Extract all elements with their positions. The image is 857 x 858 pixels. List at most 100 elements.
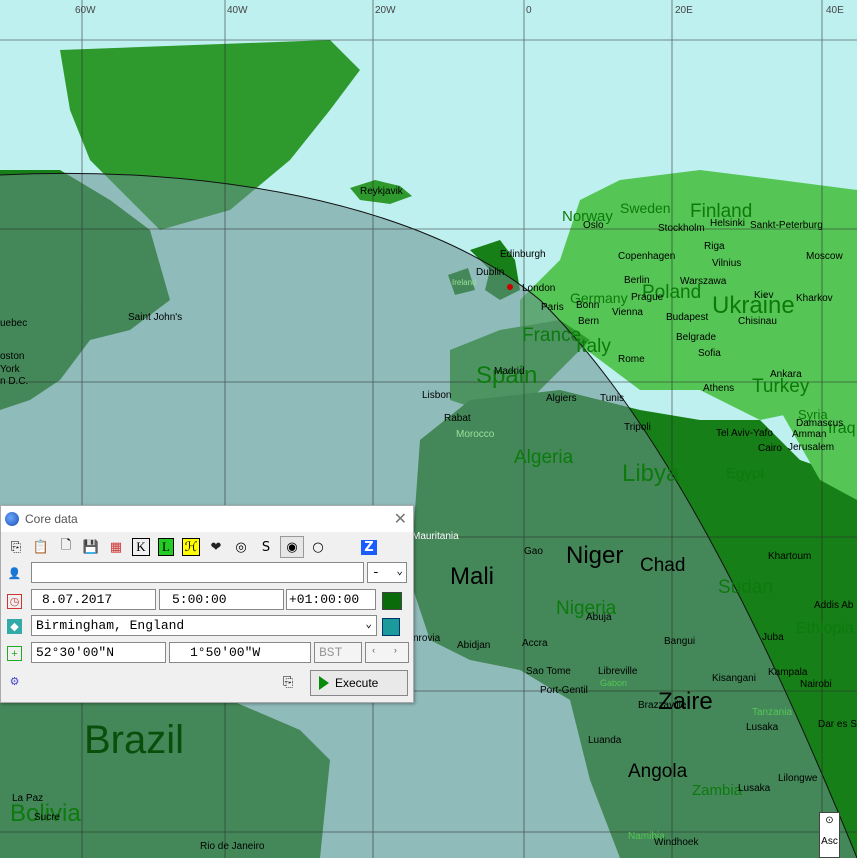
k-button[interactable]: K xyxy=(130,537,152,557)
country-label-algeria: Algeria xyxy=(514,447,574,468)
dialog-title-bar[interactable]: Core data ✕ xyxy=(1,506,413,532)
city-label-tel-aviv: Tel Aviv-Yafo xyxy=(716,428,773,439)
city-label-sankt-peterburg: Sankt-Peterburg xyxy=(750,220,823,231)
city-label-athens: Athens xyxy=(703,383,735,394)
person-icon[interactable]: 👤 xyxy=(7,566,22,581)
place-select[interactable]: Birmingham, England ⌄ xyxy=(31,615,377,636)
country-label-gabon: Gabon xyxy=(600,678,628,688)
country-label-sudan: Sudan xyxy=(718,577,773,598)
country-label-zambia: Zambia xyxy=(692,782,743,799)
core-data-dialog: Core data ✕ ⎘ 📋 🗋 💾 ▦ K L ℋ ❤ ◎ S ◉ ○ Z … xyxy=(0,505,414,703)
radio-b-icon[interactable]: ○ xyxy=(307,537,329,557)
city-label-moscow: Moscow xyxy=(806,251,843,262)
city-label-budapest: Budapest xyxy=(666,312,709,323)
city-label-bonn: Bonn xyxy=(576,300,600,311)
city-label-saint-johns: Saint John's xyxy=(128,312,183,323)
city-label-madrid: Madrid xyxy=(494,366,525,377)
map-pick-icon[interactable] xyxy=(382,618,400,636)
globe-icon[interactable]: ◆ xyxy=(7,619,22,634)
longitude-tick: 20E xyxy=(675,5,693,16)
z-button[interactable]: Z xyxy=(358,537,380,557)
save-icon[interactable]: 💾 xyxy=(80,537,102,557)
city-label-sao-tome: Sao Tome xyxy=(526,666,571,677)
city-label-bangui: Bangui xyxy=(664,636,696,647)
dialog-toolbar: ⎘ 📋 🗋 💾 ▦ K L ℋ ❤ ◎ S ◉ ○ Z xyxy=(5,536,383,558)
longitude-tick: 20W xyxy=(375,5,396,16)
coordinates-icon[interactable]: + xyxy=(7,646,22,661)
country-label-italy: Italy xyxy=(576,336,611,357)
city-label-nairobi: Nairobi xyxy=(800,679,832,690)
city-label-quebec: uebec xyxy=(0,318,28,329)
copy-data-icon[interactable]: ⎘ xyxy=(283,674,293,690)
l-button-label: L xyxy=(158,538,174,556)
name-dropdown[interactable]: - ⌄ xyxy=(367,562,407,583)
scale-control[interactable]: ⊙ Asc xyxy=(819,812,840,858)
longitude-tick: 40W xyxy=(227,5,248,16)
l-button[interactable]: L xyxy=(155,537,177,557)
calendar-icon[interactable]: ▦ xyxy=(105,537,127,557)
city-label-kharkov: Kharkov xyxy=(796,293,833,304)
city-label-abidjan: Abidjan xyxy=(457,640,491,651)
location-marker-icon xyxy=(507,284,513,290)
city-label-lisbon: Lisbon xyxy=(422,390,452,401)
time-field[interactable]: 5:00:00 xyxy=(159,589,284,610)
longitude-tick: 40E xyxy=(826,5,844,16)
app-icon xyxy=(5,512,19,526)
radio-a-icon[interactable]: ◉ xyxy=(280,536,304,558)
city-label-helsinki: Helsinki xyxy=(710,218,746,229)
close-icon[interactable]: ✕ xyxy=(394,509,407,529)
execute-button[interactable]: Execute xyxy=(310,670,408,696)
city-label-jerusalem: Jerusalem xyxy=(788,442,835,453)
city-label-vilnius: Vilnius xyxy=(712,258,742,269)
city-label-cairo: Cairo xyxy=(758,443,782,454)
city-label-la-paz: La Paz xyxy=(12,793,44,804)
name-dropdown-value: - xyxy=(372,565,380,580)
copy-icon[interactable]: ⎘ xyxy=(5,537,27,557)
k-button-label: K xyxy=(132,538,150,556)
utc-offset-field[interactable]: +01:00:00 xyxy=(286,589,376,610)
strike-icon[interactable]: S xyxy=(255,537,277,557)
country-label-mauritania: Mauritania xyxy=(412,531,459,542)
country-label-sweden: Sweden xyxy=(620,200,671,216)
color-swatch[interactable] xyxy=(382,592,402,610)
execute-label: Execute xyxy=(335,676,379,690)
city-label-libreville: Libreville xyxy=(598,666,638,677)
longitude-tick: 60W xyxy=(75,5,96,16)
city-label-bern: Bern xyxy=(578,316,600,327)
city-label-tripoli: Tripoli xyxy=(624,422,651,433)
longitude-field[interactable]: 1°50'00"W xyxy=(169,642,311,663)
latitude-field[interactable]: 52°30'00"N xyxy=(31,642,166,663)
country-label-niger: Niger xyxy=(566,542,624,569)
name-input[interactable] xyxy=(31,562,364,583)
timezone-spinner[interactable]: ‹ › xyxy=(365,642,409,663)
country-label-ireland: Ireland xyxy=(452,278,477,287)
date-field[interactable]: 8.07.2017 xyxy=(31,589,156,610)
city-label-prague: Prague xyxy=(631,292,664,303)
h-button[interactable]: ℋ xyxy=(180,537,202,557)
city-label-juba: Juba xyxy=(762,632,784,643)
city-label-rome: Rome xyxy=(618,354,645,365)
paste-icon[interactable]: 📋 xyxy=(30,537,52,557)
city-label-ankara: Ankara xyxy=(770,369,802,380)
clock-icon[interactable]: ◷ xyxy=(7,594,22,609)
city-label-kiev: Kiev xyxy=(754,290,774,301)
h-button-label: ℋ xyxy=(181,538,201,556)
city-label-brazzaville: Brazzaville xyxy=(638,700,687,711)
country-label-chad: Chad xyxy=(640,555,686,576)
heart-icon[interactable]: ❤ xyxy=(205,537,227,557)
spiral-icon[interactable]: ◎ xyxy=(230,537,252,557)
chevron-down-icon: ⌄ xyxy=(396,566,403,578)
city-label-vienna: Vienna xyxy=(612,307,643,318)
country-label-morocco: Morocco xyxy=(456,429,495,440)
settings-icon[interactable]: ⚙ xyxy=(7,674,22,689)
city-label-dublin: Dublin xyxy=(476,267,505,278)
dialog-title: Core data xyxy=(25,512,78,526)
timezone-field[interactable]: BST xyxy=(314,642,362,663)
city-label-copenhagen: Copenhagen xyxy=(618,251,676,262)
city-label-algiers: Algiers xyxy=(546,393,577,404)
place-value: Birmingham, England xyxy=(36,618,185,633)
city-label-washington: n D.C. xyxy=(0,376,29,387)
country-label-tanzania: Tanzania xyxy=(752,707,793,718)
country-label-mali: Mali xyxy=(450,563,495,590)
new-document-icon[interactable]: 🗋 xyxy=(55,537,77,557)
